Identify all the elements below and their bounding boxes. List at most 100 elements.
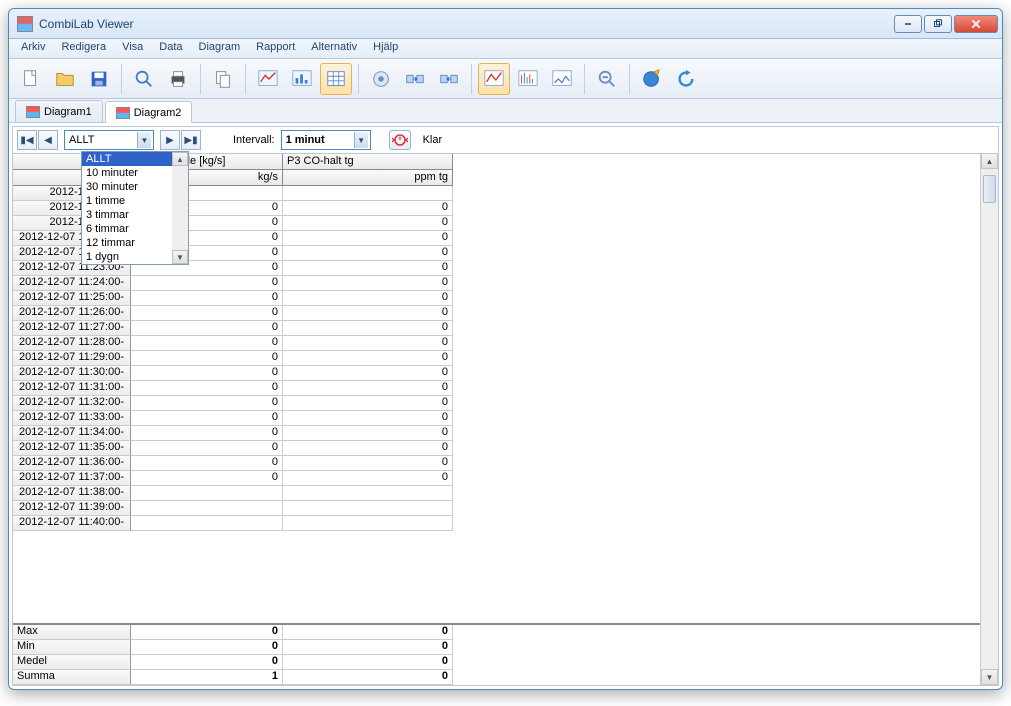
summary-value: 0 — [283, 625, 453, 640]
summary-value: 0 — [131, 640, 283, 655]
time-cell: 2012-12-07 11:32:00- — [13, 396, 131, 411]
table-row[interactable]: 2012-12-07 11:30:00-00 — [13, 366, 980, 381]
time-cell: 2012-12-07 11:35:00- — [13, 441, 131, 456]
toolbar-separator — [358, 64, 359, 94]
scroll-down-icon[interactable]: ▼ — [981, 669, 998, 685]
restore-button[interactable] — [924, 15, 952, 33]
time-cell: 2012-12-07 11:24:00- — [13, 276, 131, 291]
tab-diagram2[interactable]: Diagram2 — [105, 101, 193, 123]
table-row[interactable]: 2012-12-07 11:28:00-00 — [13, 336, 980, 351]
copy-button[interactable] — [207, 63, 239, 95]
menu-arkiv[interactable]: Arkiv — [13, 39, 53, 58]
tab-label: Diagram2 — [134, 107, 182, 119]
range-option[interactable]: 10 minuter — [82, 166, 172, 180]
toolbar-separator — [200, 64, 201, 94]
time-cell: 2012-12-07 11:34:00- — [13, 426, 131, 441]
table-row[interactable]: 2012-12-07 11:35:00-00 — [13, 441, 980, 456]
header-col2-unit[interactable]: ppm tg — [283, 170, 453, 186]
value-cell: 0 — [283, 276, 453, 291]
table-row[interactable]: 2012-12-07 11:37:00-00 — [13, 471, 980, 486]
chart-type-b-button[interactable] — [512, 63, 544, 95]
table-row[interactable]: 2012-12-07 11:27:00-00 — [13, 321, 980, 336]
value-cell: 0 — [283, 306, 453, 321]
save-button[interactable] — [83, 63, 115, 95]
dropdown-scrollbar[interactable]: ▲ ▼ — [172, 152, 188, 264]
nav-prev-button[interactable]: ◀ — [38, 130, 58, 150]
value-cell: 0 — [131, 396, 283, 411]
nav-first-button[interactable]: ▮◀ — [17, 130, 37, 150]
menu-visa[interactable]: Visa — [114, 39, 151, 58]
close-button[interactable] — [954, 15, 998, 33]
preview-button[interactable] — [128, 63, 160, 95]
summary-value: 0 — [283, 655, 453, 670]
sync-left-button[interactable] — [399, 63, 431, 95]
range-option[interactable]: ALLT — [82, 152, 172, 166]
table-row[interactable]: 2012-12-07 11:34:00-00 — [13, 426, 980, 441]
sync-right-button[interactable] — [433, 63, 465, 95]
table-row[interactable]: 2012-12-07 11:24:00-00 — [13, 276, 980, 291]
nav-group-right: ▶ ▶▮ — [160, 130, 201, 150]
table-row[interactable]: 2012-12-07 11:29:00-00 — [13, 351, 980, 366]
summary-value: 0 — [131, 655, 283, 670]
value-cell: 0 — [283, 456, 453, 471]
interval-label: Intervall: — [233, 134, 275, 146]
new-file-button[interactable] — [15, 63, 47, 95]
window-controls — [894, 15, 998, 33]
range-option[interactable]: 6 timmar — [82, 222, 172, 236]
table-row[interactable]: 2012-12-07 11:38:00- — [13, 486, 980, 501]
table-row[interactable]: 2012-12-07 11:40:00- — [13, 516, 980, 531]
range-option[interactable]: 3 timmar — [82, 208, 172, 222]
menu-hjälp[interactable]: Hjälp — [365, 39, 406, 58]
menu-data[interactable]: Data — [151, 39, 190, 58]
summary-section: Max00Min00Medel00Summa10 — [13, 623, 980, 685]
control-bar: ▮◀ ◀ ALLT ▼ ▶ ▶▮ Intervall: 1 minut ▼ Kl… — [13, 127, 998, 153]
scrollbar-thumb[interactable] — [983, 175, 996, 203]
range-option[interactable]: 1 timme — [82, 194, 172, 208]
refresh-button[interactable] — [670, 63, 702, 95]
chart-bars-button[interactable] — [286, 63, 318, 95]
table-row[interactable]: 2012-12-07 11:31:00-00 — [13, 381, 980, 396]
globe-button[interactable] — [636, 63, 668, 95]
menu-redigera[interactable]: Redigera — [53, 39, 114, 58]
zoom-out-button[interactable] — [591, 63, 623, 95]
range-dropdown-list[interactable]: ALLT10 minuter30 minuter1 timme3 timmar6… — [81, 151, 189, 265]
table-row[interactable]: 2012-12-07 11:32:00-00 — [13, 396, 980, 411]
value-cell: 0 — [131, 456, 283, 471]
chart-type-c-button[interactable] — [546, 63, 578, 95]
print-button[interactable] — [162, 63, 194, 95]
range-option[interactable]: 12 timmar — [82, 236, 172, 250]
minimize-button[interactable] — [894, 15, 922, 33]
header-col2[interactable]: P3 CO-halt tg — [283, 154, 453, 170]
chart-type-a-button[interactable] — [478, 63, 510, 95]
table-row[interactable]: 2012-12-07 11:36:00-00 — [13, 456, 980, 471]
range-option[interactable]: 30 minuter — [82, 180, 172, 194]
scroll-down-icon[interactable]: ▼ — [172, 250, 188, 264]
settings-button[interactable] — [365, 63, 397, 95]
live-clock-button[interactable] — [389, 130, 411, 150]
time-cell: 2012-12-07 11:29:00- — [13, 351, 131, 366]
table-view-button[interactable] — [320, 63, 352, 95]
range-option[interactable]: 1 dygn — [82, 250, 172, 264]
tab-diagram1[interactable]: Diagram1 — [15, 100, 103, 122]
value-cell: 0 — [283, 366, 453, 381]
range-dropdown[interactable]: ALLT ▼ — [64, 130, 154, 150]
interval-dropdown[interactable]: 1 minut ▼ — [281, 130, 371, 150]
value-cell: 0 — [283, 261, 453, 276]
scroll-up-icon[interactable]: ▲ — [172, 152, 188, 166]
table-row[interactable]: 2012-12-07 11:26:00-00 — [13, 306, 980, 321]
chart-line-button[interactable] — [252, 63, 284, 95]
nav-next-button[interactable]: ▶ — [160, 130, 180, 150]
table-row[interactable]: 2012-12-07 11:39:00- — [13, 501, 980, 516]
menu-diagram[interactable]: Diagram — [191, 39, 249, 58]
menu-alternativ[interactable]: Alternativ — [303, 39, 365, 58]
scroll-up-icon[interactable]: ▲ — [981, 153, 998, 169]
menu-rapport[interactable]: Rapport — [248, 39, 303, 58]
nav-group-left: ▮◀ ◀ — [17, 130, 58, 150]
table-row[interactable]: 2012-12-07 11:25:00-00 — [13, 291, 980, 306]
nav-last-button[interactable]: ▶▮ — [181, 130, 201, 150]
title-bar[interactable]: CombiLab Viewer — [9, 9, 1002, 39]
table-row[interactable]: 2012-12-07 11:33:00-00 — [13, 411, 980, 426]
content-area: ▮◀ ◀ ALLT ▼ ▶ ▶▮ Intervall: 1 minut ▼ Kl… — [12, 126, 999, 686]
open-file-button[interactable] — [49, 63, 81, 95]
vertical-scrollbar[interactable]: ▲ ▼ — [980, 153, 998, 685]
